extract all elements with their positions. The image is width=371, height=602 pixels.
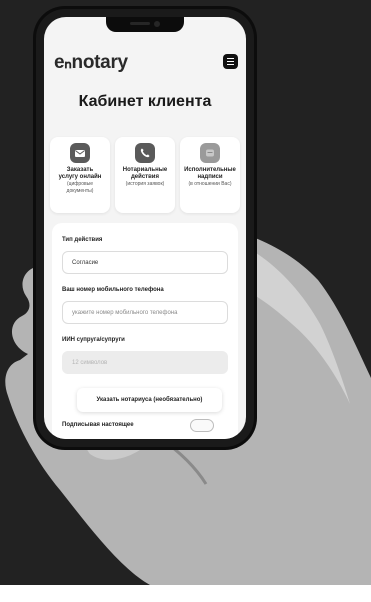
action-type-select[interactable]: Согласие (62, 251, 228, 274)
card-title: действия (131, 174, 159, 180)
card-notarial-actions[interactable]: Нотариальные действия (история заявок) (115, 137, 175, 213)
action-type-label: Тип действия (62, 237, 103, 243)
iin-input[interactable]: 12 символов (62, 351, 228, 374)
service-cards: Заказать услугу онлайн (цифровые докумен… (50, 137, 240, 217)
card-title: надписи (197, 174, 223, 180)
card-title: услугу онлайн (58, 174, 102, 180)
app-header: eₙnotary (54, 51, 238, 73)
card-order-online[interactable]: Заказать услугу онлайн (цифровые докумен… (50, 137, 110, 213)
page-title: Кабинет клиента (78, 93, 212, 110)
request-form: Тип действия Согласие Ваш номер мобильно… (52, 223, 238, 439)
iin-label: ИИН супруга/супруги (62, 337, 125, 343)
card-subtitle: (история заявок) (125, 181, 165, 187)
specify-notary-button[interactable]: Указать нотариуса (необязательно) (77, 388, 222, 412)
app-logo[interactable]: eₙnotary (54, 51, 128, 74)
card-title: Заказать (66, 167, 94, 173)
mail-icon (70, 143, 90, 163)
document-icon (200, 143, 220, 163)
card-subtitle: (цифровые (66, 181, 94, 187)
speaker-grille (130, 22, 150, 25)
card-subtitle: (в отношении Вас) (188, 181, 232, 187)
card-executive-inscriptions[interactable]: Исполнительные надписи (в отношении Вас) (180, 137, 240, 213)
caption-strip (0, 585, 371, 602)
camera-icon (154, 21, 160, 27)
menu-icon[interactable] (223, 54, 238, 69)
phone-icon (135, 143, 155, 163)
phone-input[interactable]: укажите номер мобильного телефона (62, 301, 228, 324)
phone-device: eₙnotary Кабинет клиента Заказать услугу… (33, 6, 257, 450)
consent-text: Подписывая настоящее (62, 422, 134, 428)
photo-background: eₙnotary Кабинет клиента Заказать услугу… (0, 0, 371, 585)
phone-label: Ваш номер мобильного телефона (62, 287, 164, 293)
card-title: Исполнительные (184, 167, 236, 173)
consent-toggle[interactable] (190, 419, 214, 432)
phone-screen: eₙnotary Кабинет клиента Заказать услугу… (44, 17, 246, 439)
phone-notch (106, 17, 184, 32)
card-title: Нотариальные (122, 167, 168, 173)
card-subtitle: документы) (66, 188, 94, 194)
